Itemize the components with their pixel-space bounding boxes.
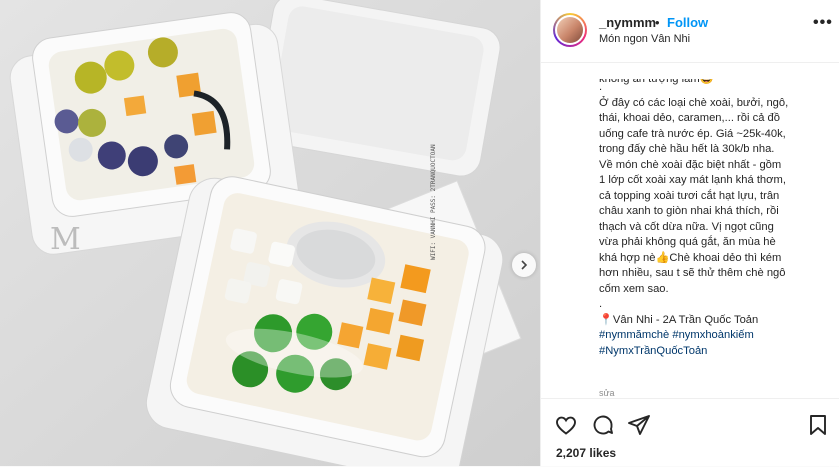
- avatar[interactable]: [553, 13, 587, 47]
- faded-comment-text: sửa: [599, 388, 615, 396]
- chevron-right-icon[interactable]: [512, 253, 536, 277]
- caption-line: trong đấy chè hầu hết là 30k/b nha.: [599, 143, 775, 155]
- caption-line: thái, khoai dẻo, caramen,... rồi cả đồ: [599, 112, 780, 124]
- separator-dot: •: [655, 15, 660, 30]
- wifi-ticket-text: WIFI: VANNHI PASS: 2TRANQUOCTOAN: [430, 144, 437, 260]
- caption-line: Ở đây có các loại chè xoài, bưởi, ngô,: [599, 96, 789, 109]
- caption-line: cả topping xoài tươi cắt hạt lựu, trân: [599, 189, 780, 202]
- share-icon[interactable]: [627, 413, 651, 437]
- caption-line: 1 lớp cốt xoài xay mát lạnh khá thơm,: [599, 174, 786, 186]
- hashtag-link[interactable]: #nymmămchè #nymxhoànkiếm: [599, 328, 831, 344]
- hashtag-link[interactable]: #NymxTrầnQuốcToản: [599, 344, 831, 360]
- username-link[interactable]: _nymmm: [599, 15, 656, 30]
- caption-line: cốm xem sao.: [599, 282, 669, 295]
- caption-line: uống cafe trà nước ép. Giá ~25k-40k,: [599, 127, 786, 140]
- heart-icon[interactable]: [554, 413, 578, 437]
- more-icon[interactable]: •••: [813, 14, 833, 32]
- watermark-logo: M: [50, 222, 81, 257]
- post-photo[interactable]: M WIFI: VANNHI PASS: 2TRANQUOCTOAN: [0, 0, 540, 466]
- caption-line: châu xanh to giòn nhai khá thích, rồi: [599, 205, 779, 217]
- location-link[interactable]: Món ngon Vân Nhi: [599, 33, 690, 45]
- caption-line: Về món chè xoài đặc biệt nhất - gồm: [599, 158, 782, 171]
- post-header: _nymmm • Follow Món ngon Vân Nhi •••: [541, 0, 839, 63]
- post-actions-bar: 2,207 likes: [541, 398, 839, 467]
- caption-line: thạch và cốt dừa nữa. Vị ngọt cũng: [599, 220, 774, 233]
- caption-scroll-area[interactable]: không ấn tượng lắm😅 . Ở đây có các loại …: [541, 62, 839, 396]
- caption-line: hơn nhiều, sau t sẽ thử thêm chè ngô: [599, 267, 786, 279]
- follow-button[interactable]: Follow: [667, 15, 708, 30]
- caption-text: . Ở đây có các loại chè xoài, bưởi, ngô,…: [599, 80, 831, 359]
- caption-line: vừa phải không quá gắt, ăn mùa hè: [599, 236, 776, 248]
- caption-location-line: 📍Vân Nhi - 2A Trần Quốc Toản: [599, 313, 759, 326]
- bookmark-icon[interactable]: [806, 413, 830, 437]
- caption-line: khá hợp nè👍Chè khoai dẻo thì kém: [599, 251, 782, 264]
- likes-count[interactable]: 2,207 likes: [556, 446, 616, 460]
- dessert-photo: [0, 0, 540, 466]
- post-side-panel: _nymmm • Follow Món ngon Vân Nhi ••• khô…: [540, 0, 839, 466]
- caption-line: .: [599, 298, 603, 310]
- caption-line: .: [599, 81, 603, 93]
- comment-icon[interactable]: [591, 413, 615, 437]
